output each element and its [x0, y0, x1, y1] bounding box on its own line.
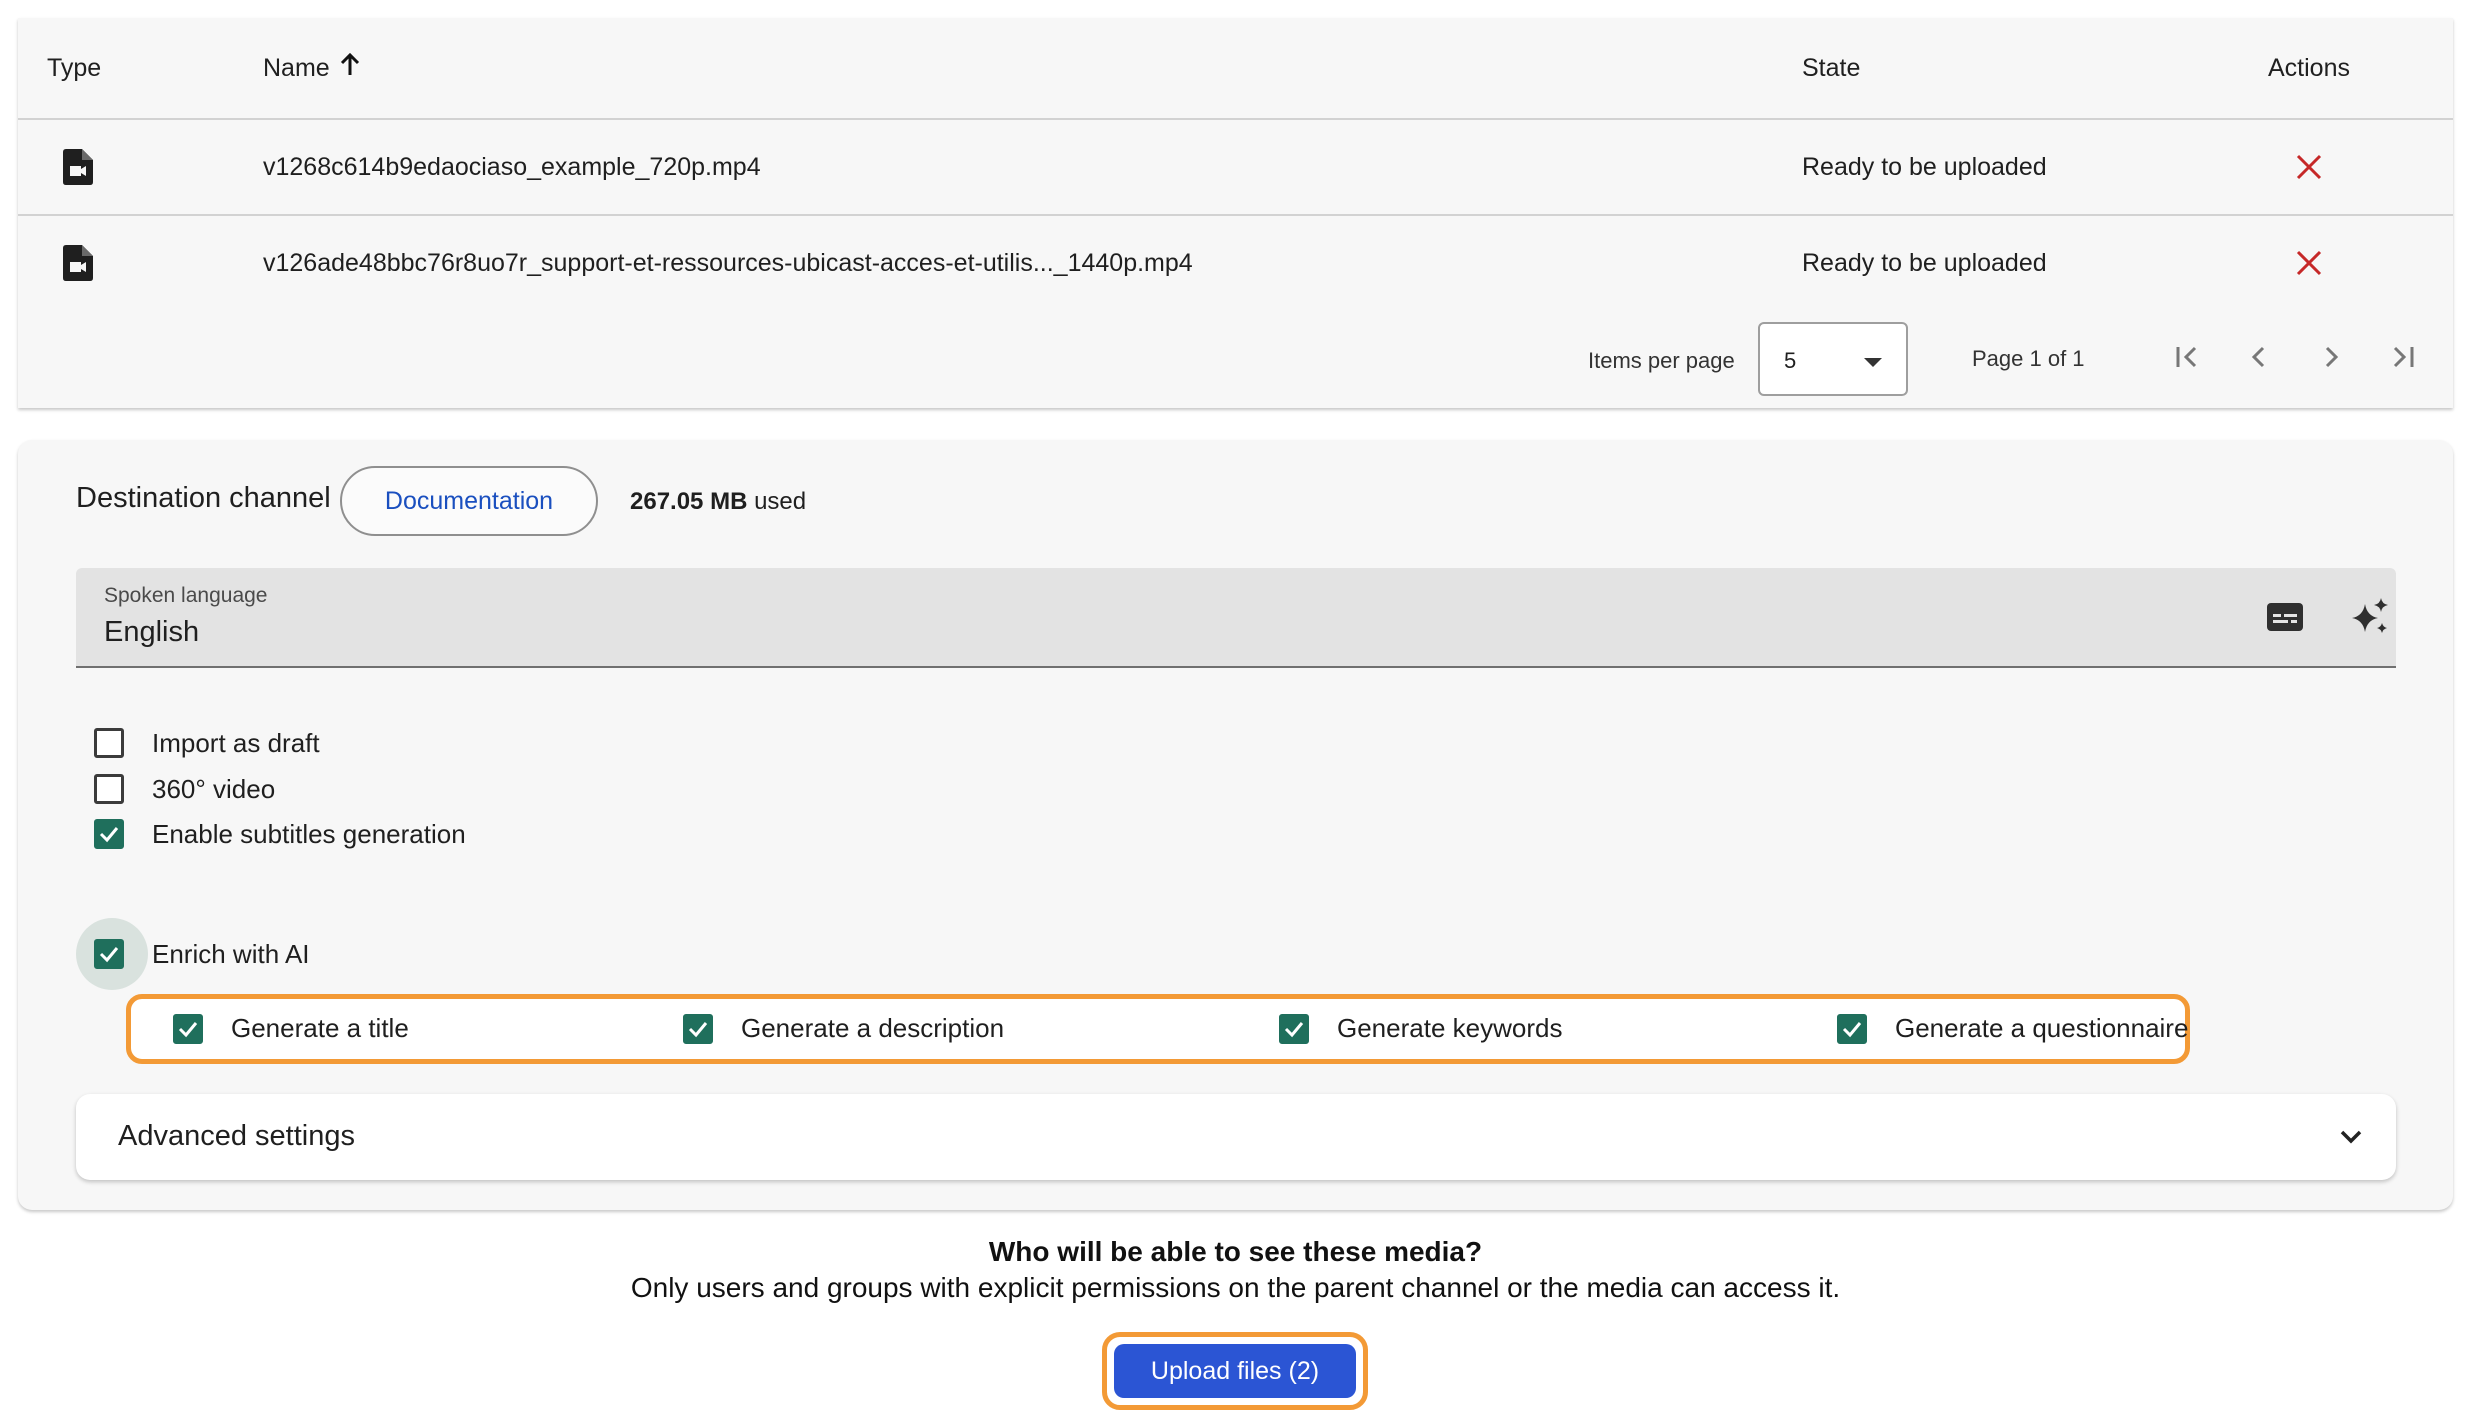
caret-down-icon	[1864, 358, 1882, 367]
table-header-row: Type Name State Actions	[18, 18, 2453, 120]
ai-sparkle-icon	[2352, 598, 2388, 633]
header-name-label: Name	[263, 53, 330, 82]
file-state: Ready to be uploaded	[1802, 152, 2047, 181]
upload-settings-panel: Destination channel Documentation 267.05…	[18, 440, 2453, 1210]
enrich-with-ai-checkbox[interactable]	[94, 939, 124, 969]
items-per-page-select[interactable]: 5	[1758, 322, 1908, 396]
file-name: v1268c614b9edaociaso_example_720p.mp4	[263, 152, 761, 181]
enrich-with-ai-option[interactable]: Enrich with AI	[94, 931, 310, 977]
subtitles-generation-checkbox[interactable]	[94, 819, 124, 849]
header-actions: Actions	[2268, 53, 2350, 82]
usage-amount: 267.05 MB	[630, 488, 748, 515]
next-page-icon[interactable]	[2306, 332, 2356, 382]
generate-keywords-checkbox[interactable]	[1279, 1013, 1309, 1044]
generate-description-checkbox[interactable]	[683, 1013, 713, 1044]
channel-chip[interactable]: Documentation	[340, 466, 598, 536]
advanced-settings-expander[interactable]: Advanced settings	[76, 1094, 2396, 1180]
option-label: Generate a description	[741, 1013, 1005, 1043]
option-label: Generate a questionnaire	[1895, 1013, 2189, 1043]
ai-options-group: Generate a title Generate a description …	[126, 994, 2190, 1064]
spoken-language-label: Spoken language	[104, 584, 268, 607]
storage-usage: 267.05 MB used	[630, 488, 806, 516]
usage-suffix: used	[754, 488, 807, 515]
option-label: 360° video	[152, 773, 276, 804]
header-type: Type	[47, 53, 102, 82]
generate-keywords-option[interactable]: Generate keywords	[1279, 1013, 1562, 1044]
upload-files-button[interactable]: Upload files (2)	[1114, 1344, 1356, 1398]
previous-page-icon[interactable]	[2234, 332, 2284, 382]
option-label: Enable subtitles generation	[152, 818, 466, 849]
advanced-settings-label: Advanced settings	[118, 1120, 355, 1152]
destination-channel-label: Destination channel	[76, 482, 331, 514]
header-name[interactable]: Name	[263, 18, 360, 118]
close-icon[interactable]	[2284, 120, 2334, 214]
visibility-title: Who will be able to see these media?	[988, 1236, 1483, 1267]
items-per-page-value: 5	[1784, 348, 1797, 373]
generate-title-checkbox[interactable]	[173, 1013, 203, 1044]
last-page-icon[interactable]	[2378, 332, 2428, 382]
items-per-page-label: Items per page	[1588, 348, 1735, 373]
generate-title-option[interactable]: Generate a title	[173, 1013, 409, 1044]
header-state: State	[1802, 53, 1861, 82]
subtitles-icon	[2267, 603, 2303, 631]
option-label: Generate a title	[231, 1013, 409, 1043]
generate-questionnaire-checkbox[interactable]	[1837, 1013, 1867, 1044]
chevron-down-icon	[2340, 1130, 2362, 1144]
table-row: v1268c614b9edaociaso_example_720p.mp4 Re…	[18, 120, 2453, 216]
generate-description-option[interactable]: Generate a description	[683, 1013, 1004, 1044]
spoken-language-select[interactable]: Spoken language English	[76, 568, 2396, 668]
upload-button-highlight: Upload files (2)	[1102, 1332, 1368, 1410]
table-row: v126ade48bbc76r8uo7r_support-et-ressourc…	[18, 216, 2453, 310]
import-as-draft-option[interactable]: Import as draft	[94, 720, 320, 766]
close-icon[interactable]	[2284, 216, 2334, 310]
option-label: Enrich with AI	[152, 938, 310, 969]
option-label: Import as draft	[152, 727, 320, 758]
video-360-option[interactable]: 360° video	[94, 766, 275, 812]
subtitles-generation-option[interactable]: Enable subtitles generation	[94, 811, 466, 857]
first-page-icon[interactable]	[2162, 332, 2212, 382]
video-360-checkbox[interactable]	[94, 774, 124, 804]
page-range-label: Page 1 of 1	[1972, 346, 2085, 371]
generate-questionnaire-option[interactable]: Generate a questionnaire	[1837, 1013, 2188, 1044]
arrow-up-icon[interactable]	[340, 52, 360, 84]
spoken-language-value: English	[104, 616, 200, 648]
visibility-text: Only users and groups with explicit perm…	[630, 1272, 1841, 1303]
paginator: Items per page 5 Page 1 of 1	[18, 320, 2453, 400]
video-file-icon	[47, 216, 93, 310]
file-name: v126ade48bbc76r8uo7r_support-et-ressourc…	[263, 248, 1193, 277]
import-as-draft-checkbox[interactable]	[94, 728, 124, 758]
option-label: Generate keywords	[1337, 1013, 1563, 1043]
file-state: Ready to be uploaded	[1802, 248, 2047, 277]
video-file-icon	[47, 120, 93, 214]
files-table: Type Name State Actions v1268c614b9edaoc…	[18, 18, 2453, 408]
